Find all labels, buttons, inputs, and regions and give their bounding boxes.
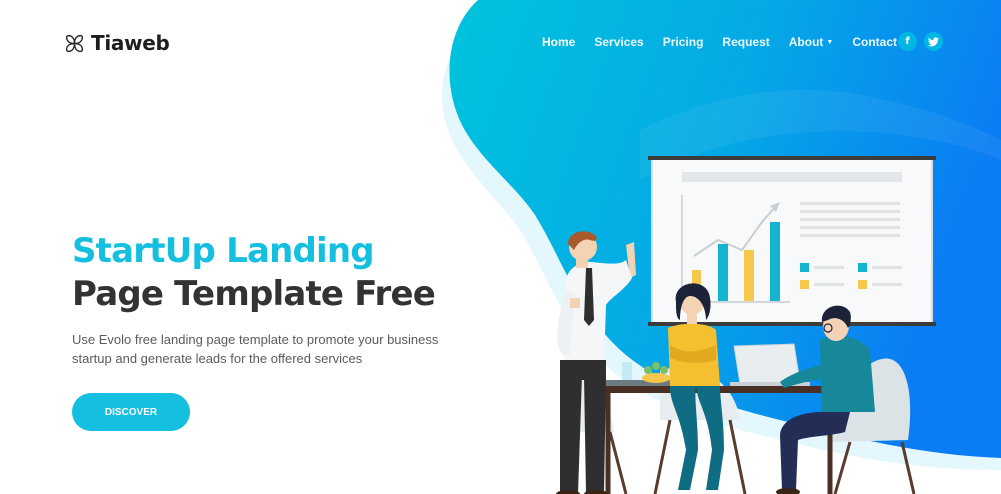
discover-button[interactable]: DISCOVER xyxy=(72,393,190,431)
nav-item-home[interactable]: Home xyxy=(542,35,575,49)
navbar: Tiaweb Home Services Pricing Request Abo… xyxy=(0,0,1001,84)
brand-name: Tiaweb xyxy=(91,31,170,55)
hero-title-line-1: StartUp Landing xyxy=(72,231,375,271)
social-links: f xyxy=(898,32,943,51)
bar-4 xyxy=(770,222,780,301)
bar-2 xyxy=(718,244,728,301)
brand-logo[interactable]: Tiaweb xyxy=(64,31,170,55)
nav-item-pricing[interactable]: Pricing xyxy=(663,35,704,49)
nav-item-contact[interactable]: Contact xyxy=(852,35,897,49)
nav-item-about-label: About xyxy=(788,35,824,49)
nav-item-services[interactable]: Services xyxy=(594,35,643,49)
twitter-bird-glyph xyxy=(928,36,939,46)
seated-man-with-laptop xyxy=(776,305,875,494)
hero-title-line-2: Page Template Free xyxy=(72,274,436,314)
nav-item-request[interactable]: Request xyxy=(722,35,769,49)
team-meeting-presentation-illustration xyxy=(556,156,936,494)
hero-description: Use Evolo free landing page template to … xyxy=(72,332,439,366)
nav-item-about[interactable]: About ▼ xyxy=(789,35,834,49)
main-nav: Home Services Pricing Request About ▼ Con… xyxy=(542,35,916,49)
chevron-down-icon: ▼ xyxy=(826,39,834,46)
twitter-icon[interactable] xyxy=(924,32,943,51)
bar-3 xyxy=(744,250,754,301)
hero-section: StartUp Landing Page Template Free Use E… xyxy=(72,230,462,431)
four-petal-logo-icon xyxy=(65,34,84,52)
facebook-icon[interactable]: f xyxy=(898,32,917,51)
